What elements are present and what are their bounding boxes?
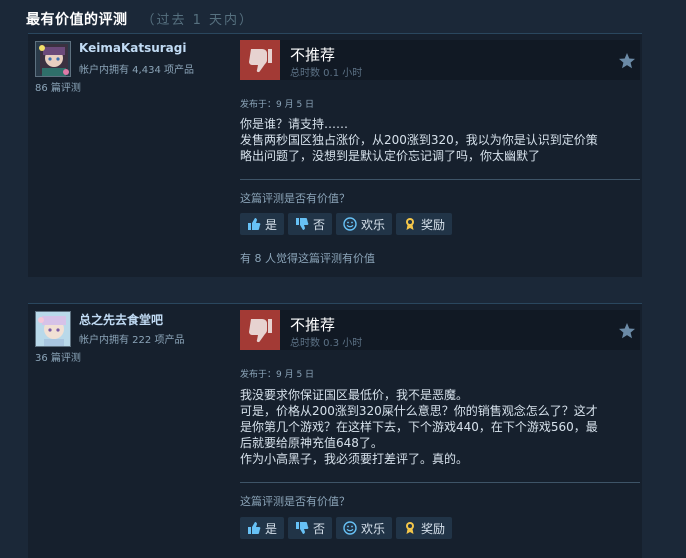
thumbs-down-icon [296, 522, 309, 534]
thumbs-down-icon [296, 218, 309, 230]
review-text-line: 你是谁？请支持…… [240, 117, 349, 131]
review-text-line: 作为小高黑子，我必须要打差评了。真的。 [240, 452, 469, 466]
smiley-icon [343, 217, 357, 231]
award-label: 奖励 [421, 521, 446, 536]
author-name[interactable]: 总之先去食堂吧 [79, 311, 163, 328]
vote-buttons: 是 否 欢乐 奖励 [240, 213, 453, 235]
vote-header[interactable]: 不推荐 总时数 0.1 小时 [240, 40, 640, 80]
review-verdict: 不推荐 [290, 46, 336, 64]
review-hours: 总时数 0.3 小时 [290, 338, 363, 349]
vote-funny-button[interactable]: 欢乐 [336, 517, 393, 539]
author-name[interactable]: KeimaKatsuragi [79, 41, 186, 55]
review-text-line: 略出问题了，没想到是默认定价忘记调了吗，你太幽默了 [240, 149, 541, 163]
review-posted-date: 发布于：9 月 5 日 [240, 370, 315, 380]
award-medal-icon [406, 218, 415, 230]
vote-yes-button[interactable]: 是 [240, 213, 285, 235]
review-card: 总之先去食堂吧 帐户内拥有 222 项产品 36 篇评测 不推荐 总时数 0.3… [28, 303, 642, 558]
section-subtitle: （过去 1 天内） [141, 13, 255, 28]
review-verdict: 不推荐 [290, 316, 336, 334]
author-owned-count[interactable]: 帐户内拥有 222 项产品 [79, 331, 184, 346]
vote-funny-label: 欢乐 [361, 521, 386, 536]
award-label: 奖励 [421, 217, 446, 232]
vote-no-label: 否 [313, 217, 326, 232]
thumbs-down-icon [240, 40, 280, 80]
author-owned-count[interactable]: 帐户内拥有 4,434 项产品 [79, 61, 194, 76]
vote-funny-button[interactable]: 欢乐 [336, 213, 393, 235]
review-text-line: 发售两秒国区独占涨价，从200涨到320，我以为你是认识到定价策 [240, 133, 598, 147]
vote-yes-label: 是 [265, 217, 278, 232]
vote-funny-label: 欢乐 [361, 217, 386, 232]
review-text-line: 可是，价格从200涨到320屎什么意思？你的销售观念怎么了？这才 [240, 404, 598, 418]
award-star-icon[interactable] [618, 322, 636, 340]
author-review-count[interactable]: 86 篇评测 [35, 79, 81, 94]
author-review-count[interactable]: 36 篇评测 [35, 349, 81, 364]
thumbs-up-icon [248, 218, 261, 230]
review-content: 我没要求你保证国区最低价，我不是恶魔。 可是，价格从200涨到320屎什么意思？… [240, 387, 630, 467]
section-title: 最有价值的评测 [26, 12, 128, 28]
vote-header[interactable]: 不推荐 总时数 0.3 小时 [240, 310, 640, 350]
review-card: KeimaKatsuragi 帐户内拥有 4,434 项产品 86 篇评测 不推… [28, 33, 642, 277]
vote-buttons: 是 否 欢乐 奖励 [240, 517, 453, 539]
award-medal-icon [406, 522, 415, 534]
helpful-question: 这篇评测是否有价值？ [240, 495, 350, 508]
review-hours: 总时数 0.1 小时 [290, 68, 363, 79]
vote-no-button[interactable]: 否 [288, 517, 333, 539]
award-button[interactable]: 奖励 [396, 517, 453, 539]
review-text-line: 是你第几个游戏？在这样下去，下个游戏440，在下个游戏560，最 [240, 420, 598, 434]
avatar[interactable] [35, 41, 71, 77]
helpful-question: 这篇评测是否有价值？ [240, 192, 350, 205]
award-button[interactable]: 奖励 [396, 213, 453, 235]
review-text-line: 我没要求你保证国区最低价，我不是恶魔。 [240, 388, 469, 402]
review-posted-date: 发布于：9 月 5 日 [240, 100, 315, 110]
award-star-icon[interactable] [618, 52, 636, 70]
vote-yes-button[interactable]: 是 [240, 517, 285, 539]
divider [240, 482, 640, 483]
smiley-icon [343, 521, 357, 535]
vote-no-button[interactable]: 否 [288, 213, 333, 235]
section-header: 最有价值的评测 （过去 1 天内） [26, 9, 254, 29]
thumbs-up-icon [248, 522, 261, 534]
review-content: 你是谁？请支持…… 发售两秒国区独占涨价，从200涨到320，我以为你是认识到定… [240, 116, 630, 164]
review-text-line: 后就要给原神充值648了。 [240, 436, 383, 450]
vote-yes-label: 是 [265, 521, 278, 536]
avatar[interactable] [35, 311, 71, 347]
thumbs-down-icon [240, 310, 280, 350]
helpful-count: 有 8 人觉得这篇评测有价值 [240, 252, 375, 265]
divider [240, 179, 640, 180]
vote-no-label: 否 [313, 521, 326, 536]
